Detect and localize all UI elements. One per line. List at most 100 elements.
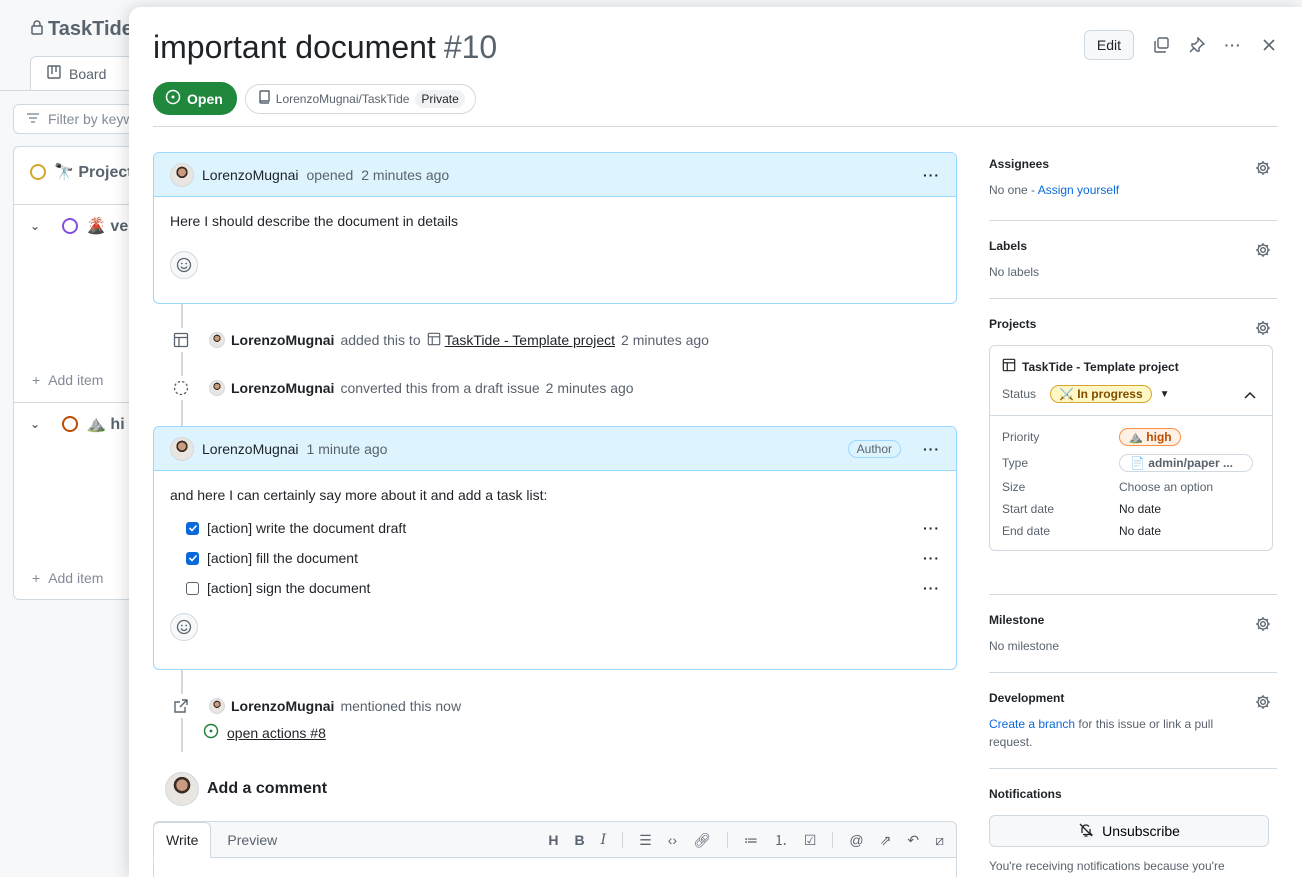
- filter-icon: [26, 111, 40, 127]
- status-dropdown[interactable]: ⚔️ In progress: [1050, 385, 1152, 403]
- close-icon[interactable]: [1260, 36, 1278, 54]
- project-status: Status ⚔️ In progress ▼: [1002, 385, 1170, 403]
- comment-timestamp[interactable]: 2 minutes ago: [361, 167, 449, 183]
- add-reaction-icon[interactable]: [170, 613, 198, 641]
- issue-link[interactable]: open actions #8: [227, 725, 326, 741]
- task-checkbox[interactable]: [186, 581, 199, 595]
- link-icon[interactable]: 🔗︎: [693, 832, 711, 849]
- task-options-icon[interactable]: ···: [923, 520, 940, 536]
- formatting-tools: H B I ☰ ‹› 🔗︎ ≔ ⒈ ☑ @ ⇗ ↶ ⧄: [548, 822, 944, 858]
- timeline-events: LorenzoMugnai added this to TaskTide - T…: [153, 304, 957, 426]
- add-item-button[interactable]: + Add item: [32, 372, 103, 388]
- avatar[interactable]: [209, 380, 225, 396]
- author-badge: Author: [847, 439, 901, 458]
- comment-options-icon[interactable]: ···: [923, 441, 940, 457]
- edit-button[interactable]: Edit: [1083, 30, 1134, 60]
- create-branch-link[interactable]: Create a branch: [989, 717, 1075, 731]
- chevron-up-icon[interactable]: [1244, 386, 1256, 402]
- assign-yourself-link[interactable]: Assign yourself: [1038, 183, 1119, 197]
- unsubscribe-button[interactable]: Unsubscribe: [989, 815, 1269, 847]
- gear-icon[interactable]: [1255, 320, 1271, 336]
- task-options-icon[interactable]: ···: [923, 550, 940, 566]
- board-row-hi[interactable]: ⌄ ⛰️ hi: [30, 414, 125, 434]
- task-checkbox[interactable]: [186, 521, 199, 535]
- event-mentioned: LorenzoMugnai mentioned this now: [169, 694, 461, 718]
- caret-down-icon[interactable]: ▼: [1160, 389, 1170, 400]
- add-reaction-icon[interactable]: [170, 251, 198, 279]
- italic-icon[interactable]: I: [601, 832, 607, 848]
- comment-header: LorenzoMugnai opened 2 minutes ago ···: [154, 153, 956, 197]
- end-date-field[interactable]: No date: [1119, 524, 1260, 538]
- heading-icon[interactable]: H: [548, 832, 558, 848]
- table-icon: [427, 332, 441, 349]
- ordered-list-icon[interactable]: ⒈: [774, 830, 788, 850]
- copy-icon[interactable]: [1152, 36, 1170, 54]
- tab-board[interactable]: Board: [30, 56, 140, 90]
- task-checkbox[interactable]: [186, 551, 199, 565]
- cross-reference-icon: [169, 694, 193, 718]
- event-added-to-project: LorenzoMugnai added this to TaskTide - T…: [169, 328, 709, 352]
- status-badge: Open: [153, 82, 237, 115]
- project-name[interactable]: TaskTide - Template project: [1002, 358, 1260, 375]
- comment-options-icon[interactable]: ···: [923, 167, 940, 183]
- project-link[interactable]: TaskTide - Template project: [427, 332, 615, 349]
- tab-write[interactable]: Write: [153, 821, 212, 858]
- unordered-list-icon[interactable]: ≔: [744, 832, 758, 849]
- table-icon: [169, 328, 193, 352]
- gear-icon[interactable]: [1255, 616, 1271, 632]
- group-header[interactable]: 🔭 Project: [30, 162, 133, 182]
- priority-field[interactable]: ⛰️ high: [1119, 428, 1260, 446]
- comment-timestamp[interactable]: 1 minute ago: [307, 441, 388, 457]
- tab-preview[interactable]: Preview: [211, 832, 293, 848]
- issue-dialog: important document #10 Edit ··· Open Lor…: [129, 7, 1302, 877]
- comment-editor: Write Preview H B I ☰ ‹› 🔗︎ ≔ ⒈ ☑ @ ⇗ ↶ …: [153, 821, 957, 877]
- issue-header: important document #10 Edit ···: [153, 29, 1278, 66]
- board-row-ve[interactable]: ⌄ 🌋 ve: [30, 216, 128, 236]
- timeline: LorenzoMugnai opened 2 minutes ago ··· H…: [153, 152, 957, 877]
- pin-icon[interactable]: [1188, 36, 1206, 54]
- chevron-down-icon: ⌄: [30, 219, 41, 233]
- repo-icon: [258, 90, 270, 107]
- bold-icon[interactable]: B: [575, 832, 585, 848]
- header-divider: [153, 126, 1278, 127]
- reply-icon[interactable]: ↶: [907, 832, 919, 849]
- gear-icon[interactable]: [1255, 694, 1271, 710]
- type-field[interactable]: 📄 admin/paper ...: [1119, 454, 1260, 472]
- task-options-icon[interactable]: ···: [923, 580, 940, 596]
- avatar[interactable]: [209, 332, 225, 348]
- avatar[interactable]: [170, 436, 194, 461]
- gear-icon[interactable]: [1255, 160, 1271, 176]
- sidebar: Assignees No one - Assign yourself Label…: [989, 157, 1277, 873]
- task-list-icon[interactable]: ☑: [804, 832, 817, 849]
- type-badge: 📄 admin/paper ...: [1119, 454, 1253, 472]
- comment-author[interactable]: LorenzoMugnai: [202, 441, 299, 457]
- avatar[interactable]: [209, 698, 225, 714]
- repo-link[interactable]: LorenzoMugnai/TaskTide Private: [244, 83, 476, 114]
- sidebar-projects: Projects TaskTide - Template project Sta…: [989, 299, 1277, 595]
- start-date-field[interactable]: No date: [1119, 502, 1260, 516]
- sidebar-assignees: Assignees No one - Assign yourself: [989, 157, 1277, 221]
- avatar[interactable]: [170, 162, 194, 187]
- quote-icon[interactable]: ☰: [639, 832, 652, 849]
- add-comment-heading: Add a comment: [165, 772, 327, 806]
- lock-icon: [30, 18, 44, 41]
- more-options-icon[interactable]: ···: [1224, 36, 1242, 54]
- sidebar-development: Development Create a branch for this iss…: [989, 673, 1277, 769]
- app-title: TaskTide: [30, 18, 133, 41]
- reference-icon[interactable]: ⇗: [880, 832, 892, 849]
- code-icon[interactable]: ‹›: [668, 832, 677, 848]
- comment-author[interactable]: LorenzoMugnai: [202, 167, 299, 183]
- sidebar-labels: Labels No labels: [989, 221, 1277, 299]
- size-field[interactable]: Choose an option: [1119, 480, 1260, 494]
- bell-slash-icon: [1078, 822, 1094, 841]
- add-item-button[interactable]: + Add item: [32, 570, 103, 586]
- toolbar-divider: [622, 832, 624, 848]
- slash-commands-icon[interactable]: ⧄: [935, 832, 944, 849]
- task-item: [action] write the document draft ···: [186, 513, 940, 543]
- mention-icon[interactable]: @: [849, 832, 863, 848]
- event-converted: LorenzoMugnai converted this from a draf…: [169, 376, 634, 400]
- task-item: [action] sign the document ···: [186, 573, 940, 603]
- gear-icon[interactable]: [1255, 242, 1271, 258]
- board-icon: [47, 65, 61, 82]
- comment-header: LorenzoMugnai 1 minute ago Author ···: [154, 427, 956, 471]
